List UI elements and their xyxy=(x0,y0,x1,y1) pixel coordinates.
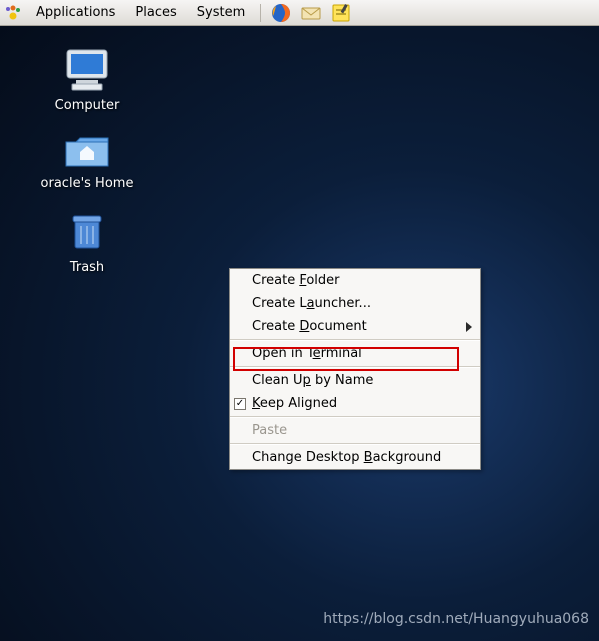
desktop-icon-computer[interactable]: Computer xyxy=(27,48,147,113)
menu-change-background[interactable]: Change Desktop Background xyxy=(230,446,480,469)
home-folder-icon xyxy=(27,130,147,170)
menu-clean-up[interactable]: Clean Up by Name xyxy=(230,369,480,392)
menu-keep-aligned[interactable]: ✓ Keep Aligned xyxy=(230,392,480,415)
desktop-icon-label: Trash xyxy=(27,260,147,275)
context-separator xyxy=(230,339,480,341)
desktop-icon-home[interactable]: oracle's Home xyxy=(27,130,147,191)
notes-icon[interactable] xyxy=(330,2,352,24)
context-separator xyxy=(230,443,480,445)
menu-system[interactable]: System xyxy=(189,2,253,23)
mail-icon[interactable] xyxy=(300,2,322,24)
menu-paste: Paste xyxy=(230,419,480,442)
menu-places[interactable]: Places xyxy=(127,2,184,23)
desktop-icon-label: oracle's Home xyxy=(27,176,147,191)
desktop-context-menu: Create Folder Create Launcher... Create … xyxy=(229,268,481,470)
menu-create-document[interactable]: Create Document xyxy=(230,315,480,338)
checkmark-icon: ✓ xyxy=(234,398,246,410)
watermark-text: https://blog.csdn.net/Huangyuhua068 xyxy=(323,611,589,627)
computer-icon xyxy=(27,48,147,92)
top-menubar: Applications Places System xyxy=(0,0,599,26)
gnome-foot-icon xyxy=(4,4,22,22)
menu-open-terminal[interactable]: Open in Terminal xyxy=(230,342,480,365)
firefox-icon[interactable] xyxy=(270,2,292,24)
trash-icon xyxy=(27,210,147,254)
context-separator xyxy=(230,366,480,368)
desktop-icon-trash[interactable]: Trash xyxy=(27,210,147,275)
menu-create-folder[interactable]: Create Folder xyxy=(230,269,480,292)
menu-create-launcher[interactable]: Create Launcher... xyxy=(230,292,480,315)
submenu-arrow-icon xyxy=(466,322,472,332)
context-separator xyxy=(230,416,480,418)
menu-applications[interactable]: Applications xyxy=(28,2,123,23)
menubar-separator xyxy=(260,4,261,22)
desktop-icon-label: Computer xyxy=(27,98,147,113)
